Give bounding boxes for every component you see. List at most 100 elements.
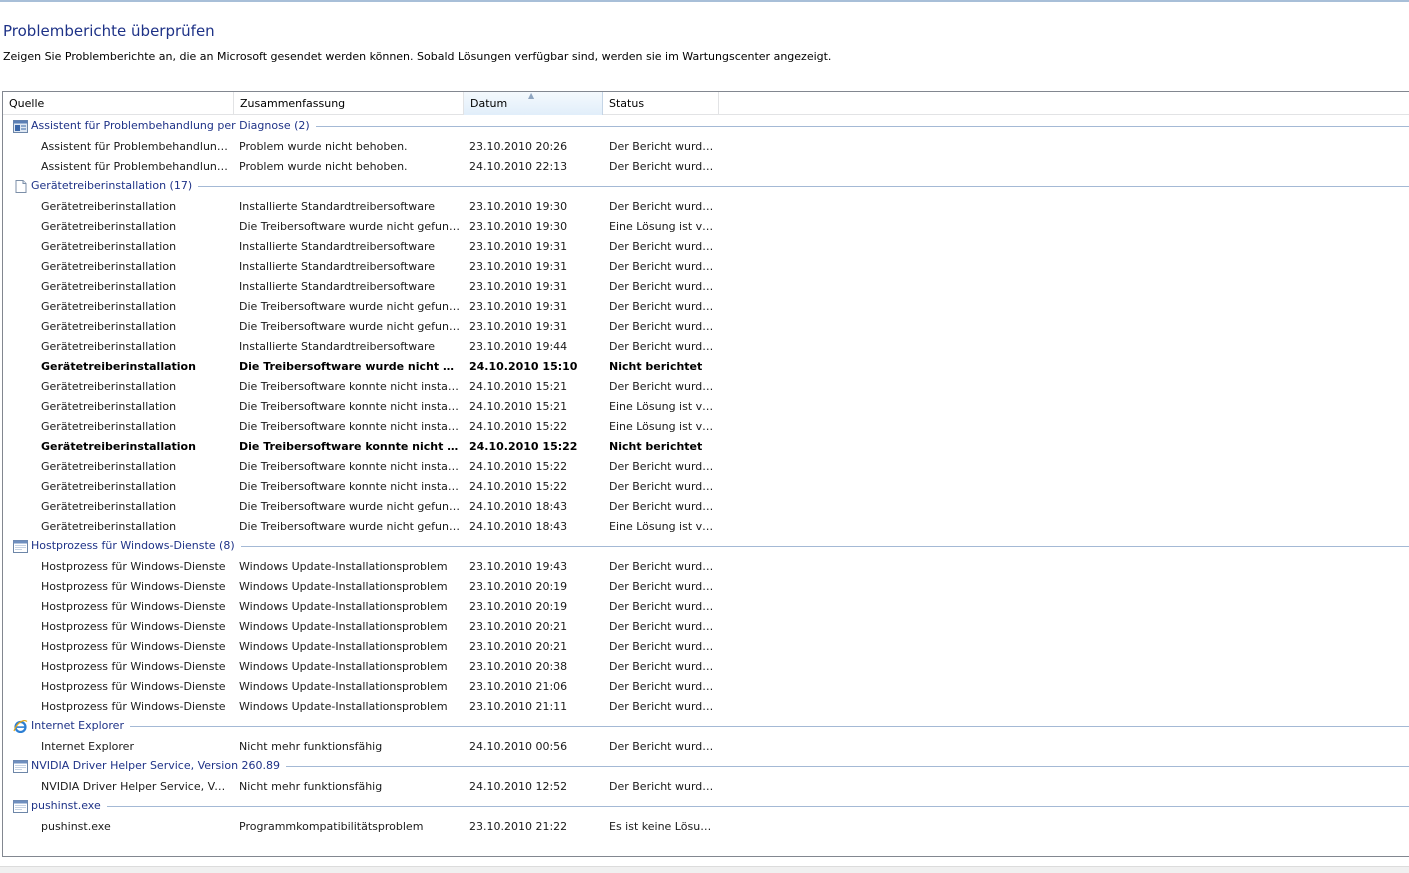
cell-datum: 23.10.2010 20:21 [469, 640, 568, 653]
group-header[interactable]: pushinst.exe [3, 796, 1409, 816]
cell-zusammenfassung: Windows Update-Installationsproblem [239, 680, 448, 693]
cell-zusammenfassung: Die Treibersoftware wurde nicht gefunden [239, 500, 461, 513]
table-row[interactable]: Hostprozess für Windows-Dienste Windows U… [3, 596, 1409, 616]
table-row[interactable]: Gerätetreiberinstallation Die Treibersoft… [3, 416, 1409, 436]
cell-zusammenfassung: Windows Update-Installationsproblem [239, 640, 448, 653]
cell-status: Der Bericht wurde an Microsoft gesendet [609, 620, 717, 633]
group-label: Internet Explorer [31, 719, 130, 732]
table-row[interactable]: Hostprozess für Windows-Dienste Windows U… [3, 676, 1409, 696]
group-label: Assistent für Problembehandlung per Diag… [31, 119, 316, 132]
table-row[interactable]: Gerätetreiberinstallation Installierte St… [3, 276, 1409, 296]
cell-status: Der Bericht wurde an Microsoft gesendet [609, 200, 717, 213]
table-row[interactable]: Gerätetreiberinstallation Die Treibersoft… [3, 476, 1409, 496]
cell-zusammenfassung: Nicht mehr funktionsfähig [239, 780, 383, 793]
table-row[interactable]: Gerätetreiberinstallation Installierte St… [3, 236, 1409, 256]
document-icon [13, 180, 28, 193]
cell-status: Der Bericht wurde an Microsoft gesendet [609, 380, 717, 393]
table-row[interactable]: Hostprozess für Windows-Dienste Windows U… [3, 656, 1409, 676]
cell-status: Der Bericht wurde an Microsoft gesendet [609, 300, 717, 313]
column-header-status[interactable]: Status [603, 92, 719, 115]
table-row[interactable]: Gerätetreiberinstallation Die Treibersoft… [3, 496, 1409, 516]
table-row[interactable]: Gerätetreiberinstallation Die Treibersoft… [3, 356, 1409, 376]
cell-zusammenfassung: Die Treibersoftware wurde nicht gefunden [239, 320, 461, 333]
cell-zusammenfassung: Die Treibersoftware konnte nicht install… [239, 420, 461, 433]
table-row[interactable]: Internet Explorer Nicht mehr funktionsfäh… [3, 736, 1409, 756]
internet-explorer-icon [13, 720, 28, 734]
table-row[interactable]: NVIDIA Driver Helper Service, Version 26… [3, 776, 1409, 796]
cell-status: Der Bericht wurde an Microsoft gesendet [609, 780, 717, 793]
table-row[interactable]: Gerätetreiberinstallation Die Treibersoft… [3, 456, 1409, 476]
group-header[interactable]: Assistent für Problembehandlung per Diag… [3, 116, 1409, 136]
table-row[interactable]: Hostprozess für Windows-Dienste Windows U… [3, 696, 1409, 716]
cell-quelle: Hostprozess für Windows-Dienste [41, 560, 226, 573]
page-title: Problemberichte überprüfen [3, 22, 215, 40]
cell-datum: 23.10.2010 19:31 [469, 240, 568, 253]
cell-quelle: Gerätetreiberinstallation [41, 260, 177, 273]
cell-zusammenfassung: Problem wurde nicht behoben. [239, 160, 408, 173]
cell-quelle: Hostprozess für Windows-Dienste [41, 660, 226, 673]
troubleshooter-icon [13, 120, 28, 133]
group-header[interactable]: Hostprozess für Windows-Dienste (8) [3, 536, 1409, 556]
cell-datum: 23.10.2010 19:30 [469, 200, 568, 213]
column-header-quelle[interactable]: Quelle [3, 92, 234, 115]
cell-quelle: Gerätetreiberinstallation [41, 200, 177, 213]
table-row[interactable]: Hostprozess für Windows-Dienste Windows U… [3, 636, 1409, 656]
group-label: Hostprozess für Windows-Dienste (8) [31, 539, 241, 552]
table-row[interactable]: Gerätetreiberinstallation Die Treibersoft… [3, 376, 1409, 396]
cell-datum: 23.10.2010 19:31 [469, 300, 568, 313]
column-header-zusammenfassung[interactable]: Zusammenfassung [234, 92, 464, 115]
table-row[interactable]: Gerätetreiberinstallation Die Treibersoft… [3, 296, 1409, 316]
table-row[interactable]: Gerätetreiberinstallation Die Treibersoft… [3, 396, 1409, 416]
group-header[interactable]: Gerätetreiberinstallation (17) [3, 176, 1409, 196]
window-icon [13, 540, 28, 553]
cell-quelle: Gerätetreiberinstallation [41, 380, 177, 393]
table-row[interactable]: Gerätetreiberinstallation Installierte St… [3, 256, 1409, 276]
table-row[interactable]: Assistent für Problembehandlung per Diag… [3, 156, 1409, 176]
table-row[interactable]: Hostprozess für Windows-Dienste Windows U… [3, 576, 1409, 596]
cell-datum: 23.10.2010 21:06 [469, 680, 568, 693]
cell-status: Der Bericht wurde an Microsoft gesendet [609, 160, 717, 173]
cell-datum: 24.10.2010 15:10 [469, 360, 578, 373]
table-row[interactable]: Gerätetreiberinstallation Installierte St… [3, 196, 1409, 216]
group-header[interactable]: Internet Explorer [3, 716, 1409, 736]
cell-zusammenfassung: Die Treibersoftware wurde nicht gefunden [239, 220, 461, 233]
cell-status: Der Bericht wurde an Microsoft gesendet [609, 240, 717, 253]
bottom-bar [0, 866, 1409, 873]
cell-datum: 23.10.2010 19:30 [469, 220, 568, 233]
cell-quelle: Hostprozess für Windows-Dienste [41, 700, 226, 713]
cell-status: Der Bericht wurde an Microsoft gesendet [609, 700, 717, 713]
column-header-datum[interactable]: Datum ▲ [464, 92, 603, 115]
cell-datum: 23.10.2010 19:31 [469, 320, 568, 333]
cell-zusammenfassung: Die Treibersoftware konnte nicht install… [239, 480, 461, 493]
table-row[interactable]: Gerätetreiberinstallation Installierte St… [3, 336, 1409, 356]
table-row[interactable]: Gerätetreiberinstallation Die Treibersoft… [3, 516, 1409, 536]
cell-zusammenfassung: Windows Update-Installationsproblem [239, 660, 448, 673]
cell-status: Der Bericht wurde an Microsoft gesendet [609, 640, 717, 653]
cell-quelle: Gerätetreiberinstallation [41, 460, 177, 473]
cell-status: Der Bericht wurde an Microsoft gesendet [609, 580, 717, 593]
table-row[interactable]: Gerätetreiberinstallation Die Treibersoft… [3, 436, 1409, 456]
cell-quelle: Hostprozess für Windows-Dienste [41, 680, 226, 693]
window-icon [13, 800, 28, 813]
cell-zusammenfassung: Windows Update-Installationsproblem [239, 620, 448, 633]
cell-status: Eine Lösung ist verfügbar [609, 220, 717, 233]
table-row[interactable]: Hostprozess für Windows-Dienste Windows U… [3, 556, 1409, 576]
group-divider [31, 186, 1409, 187]
cell-zusammenfassung: Die Treibersoftware wurde nicht gefunden [239, 360, 461, 373]
cell-zusammenfassung: Installierte Standardtreibersoftware [239, 340, 436, 353]
cell-datum: 23.10.2010 21:22 [469, 820, 568, 833]
cell-zusammenfassung: Die Treibersoftware konnte nicht install… [239, 440, 461, 453]
table-row[interactable]: pushinst.exe Programmkompatibilitätsprobl… [3, 816, 1409, 836]
cell-zusammenfassung: Die Treibersoftware konnte nicht install… [239, 400, 461, 413]
problem-report-list[interactable]: Quelle Zusammenfassung Datum ▲ Status As… [2, 91, 1409, 857]
cell-datum: 23.10.2010 19:44 [469, 340, 568, 353]
group-header[interactable]: NVIDIA Driver Helper Service, Version 26… [3, 756, 1409, 776]
group-label: NVIDIA Driver Helper Service, Version 26… [31, 759, 287, 772]
cell-datum: 23.10.2010 20:19 [469, 580, 568, 593]
table-row[interactable]: Hostprozess für Windows-Dienste Windows U… [3, 616, 1409, 636]
table-row[interactable]: Gerätetreiberinstallation Die Treibersoft… [3, 216, 1409, 236]
table-row[interactable]: Gerätetreiberinstallation Die Treibersoft… [3, 316, 1409, 336]
table-row[interactable]: Assistent für Problembehandlung per Diag… [3, 136, 1409, 156]
cell-status: Der Bericht wurde an Microsoft gesendet [609, 140, 717, 153]
cell-datum: 24.10.2010 00:56 [469, 740, 568, 753]
